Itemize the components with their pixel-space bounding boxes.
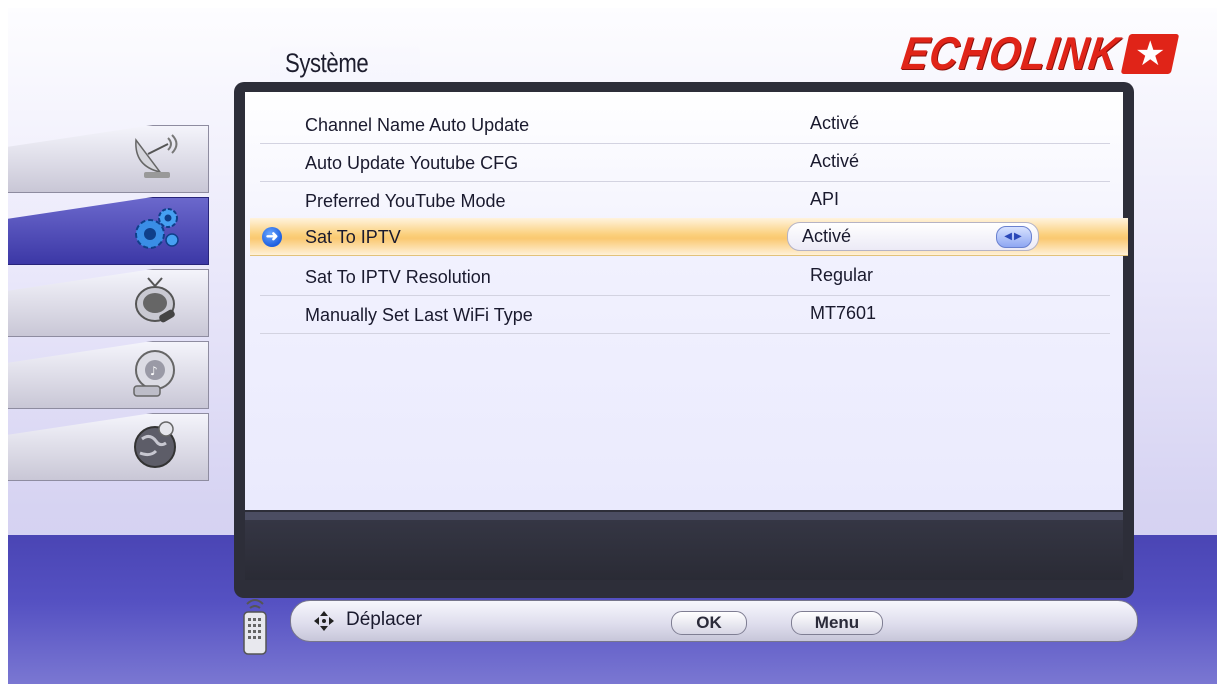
- row-value: Regular: [810, 265, 874, 285]
- tv-icon: [126, 272, 184, 330]
- panel-divider: [245, 512, 1123, 520]
- row-label: Auto Update Youtube CFG: [305, 153, 519, 173]
- row-label: Channel Name Auto Update: [305, 115, 530, 135]
- settings-row-preferred-youtube-mode[interactable]: Preferred YouTube Mode API: [260, 182, 1110, 220]
- menu-button[interactable]: Menu: [791, 611, 883, 635]
- globe-network-icon: [126, 417, 184, 475]
- ok-button[interactable]: OK: [671, 611, 747, 635]
- brand-logo: ECHOLINK ★: [899, 26, 1180, 82]
- info-area: [245, 520, 1123, 580]
- sidebar-item-tv[interactable]: [8, 269, 209, 337]
- row-label: Sat To IPTV Resolution: [305, 267, 491, 287]
- row-label: Preferred YouTube Mode: [305, 191, 506, 211]
- settings-row-manually-set-last-wifi-type[interactable]: Manually Set Last WiFi Type MT7601: [260, 296, 1110, 334]
- row-label: Sat To IPTV: [305, 227, 401, 247]
- value-selector[interactable]: Activé ◀▶: [787, 222, 1039, 251]
- four-way-arrows-icon: [313, 610, 335, 632]
- sidebar-item-network[interactable]: [8, 413, 209, 481]
- usb-media-icon: ♪: [126, 344, 184, 402]
- help-bar: Déplacer OK Menu: [290, 600, 1138, 642]
- settings-row-auto-update-youtube-cfg[interactable]: Auto Update Youtube CFG Activé: [260, 144, 1110, 182]
- row-label: Manually Set Last WiFi Type: [305, 305, 533, 325]
- sidebar-item-system[interactable]: [8, 197, 209, 265]
- settings-list: Channel Name Auto Update Activé Auto Upd…: [245, 92, 1128, 510]
- row-value: API: [810, 189, 840, 209]
- sidebar-item-satellite[interactable]: [8, 125, 209, 193]
- page-title: Système: [285, 48, 369, 78]
- red-star-box-logo: ★: [1120, 34, 1180, 74]
- sidebar-item-media[interactable]: ♪: [8, 341, 209, 409]
- settings-panel: Channel Name Auto Update Activé Auto Upd…: [234, 82, 1134, 598]
- row-value: MT7601: [810, 303, 877, 323]
- selection-arrow-icon: ➜: [262, 227, 282, 247]
- brand-name: ECHOLINK: [898, 28, 1123, 79]
- row-value: Activé: [802, 226, 852, 246]
- left-right-arrows-icon[interactable]: ◀▶: [996, 226, 1032, 248]
- settings-row-sat-to-iptv-resolution[interactable]: Sat To IPTV Resolution Regular: [260, 258, 1110, 296]
- settings-row-channel-name-auto-update[interactable]: Channel Name Auto Update Activé: [260, 106, 1110, 144]
- move-hint-label: Déplacer: [346, 609, 423, 630]
- svg-text:♪: ♪: [150, 364, 158, 378]
- row-value: Activé: [810, 151, 860, 171]
- gears-icon: [126, 202, 184, 260]
- satellite-dish-icon: [128, 130, 186, 188]
- screen: Système ECHOLINK ★ ♪ Channel Name Auto U…: [8, 8, 1217, 684]
- remote-control-icon: [240, 598, 270, 658]
- row-value: Activé: [810, 113, 860, 133]
- settings-row-sat-to-iptv[interactable]: ➜ Sat To IPTV Activé ◀▶: [250, 218, 1128, 256]
